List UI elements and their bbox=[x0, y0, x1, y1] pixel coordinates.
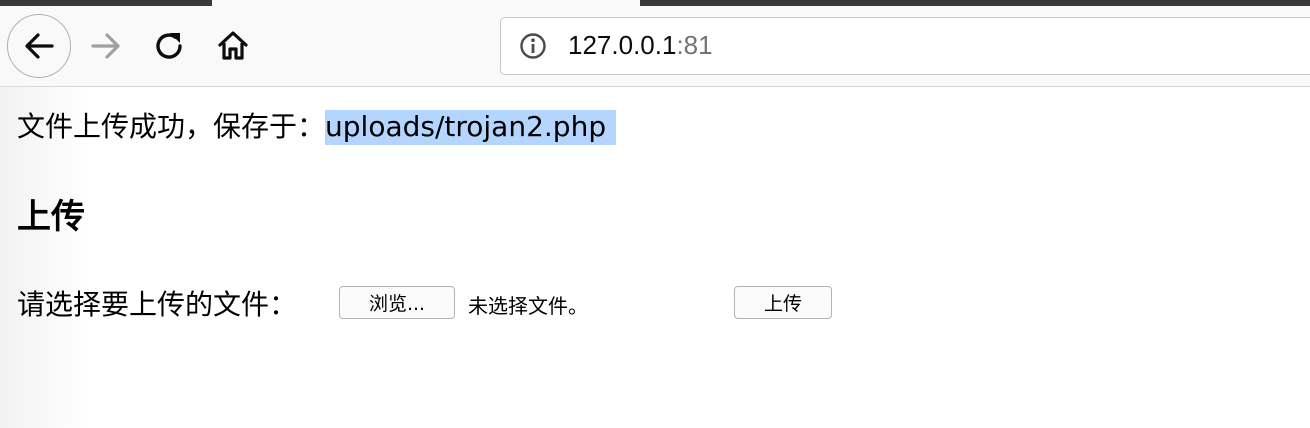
browser-toolbar: 127.0.0.1:81 bbox=[0, 6, 1310, 87]
browse-button[interactable]: 浏览... bbox=[339, 286, 455, 319]
success-prefix: 文件上传成功，保存于： bbox=[17, 110, 326, 143]
back-arrow-icon bbox=[25, 33, 54, 59]
url-host: 127.0.0.1 bbox=[568, 30, 677, 60]
home-icon bbox=[218, 31, 248, 60]
url-port: :81 bbox=[676, 30, 713, 60]
forward-button[interactable] bbox=[86, 26, 126, 66]
home-button[interactable] bbox=[213, 26, 253, 66]
no-file-selected-text: 未选择文件。 bbox=[468, 294, 588, 318]
reload-button[interactable] bbox=[150, 26, 190, 66]
forward-arrow-icon bbox=[91, 33, 120, 59]
address-bar[interactable]: 127.0.0.1:81 bbox=[500, 17, 1310, 75]
reload-icon bbox=[156, 33, 182, 59]
upload-submit-button[interactable]: 上传 bbox=[734, 286, 832, 319]
saved-path: uploads/trojan2.php bbox=[325, 110, 617, 145]
page-content: 文件上传成功，保存于：uploads/trojan2.php 上传 请选择要上传… bbox=[0, 87, 1310, 428]
file-select-label: 请选择要上传的文件： bbox=[17, 288, 298, 321]
upload-success-message: 文件上传成功，保存于：uploads/trojan2.php bbox=[17, 105, 617, 145]
info-icon[interactable] bbox=[519, 32, 547, 60]
url-text[interactable]: 127.0.0.1:81 bbox=[568, 30, 713, 61]
upload-heading: 上传 bbox=[17, 197, 85, 237]
back-button[interactable] bbox=[7, 14, 71, 78]
